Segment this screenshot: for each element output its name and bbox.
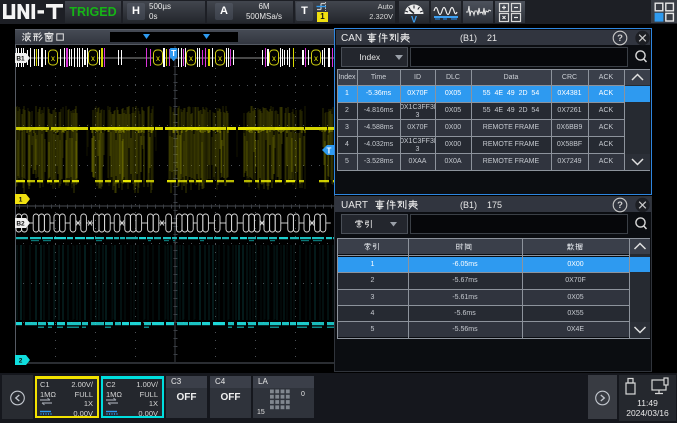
svg-text:B2: B2 xyxy=(16,221,25,228)
svg-text:0: 0 xyxy=(301,391,305,398)
svg-text:x: x xyxy=(314,54,318,63)
svg-text:x: x xyxy=(156,54,160,63)
svg-text:x: x xyxy=(91,54,95,63)
svg-text:B1: B1 xyxy=(16,56,25,63)
svg-text:x: x xyxy=(272,54,276,63)
svg-text:(B1): (B1) xyxy=(460,200,477,210)
svg-text:(B1): (B1) xyxy=(460,33,477,43)
svg-text:?: ? xyxy=(617,200,623,211)
svg-text:CAN: CAN xyxy=(341,33,362,44)
svg-text:21: 21 xyxy=(487,33,497,43)
svg-text:T: T xyxy=(327,147,332,156)
svg-text:UART: UART xyxy=(341,200,368,211)
svg-text:V: V xyxy=(411,15,417,24)
svg-text:x: x xyxy=(51,54,55,63)
svg-text:175: 175 xyxy=(487,200,502,210)
svg-text:x: x xyxy=(189,54,193,63)
svg-text:T: T xyxy=(171,49,176,58)
svg-text:1: 1 xyxy=(19,197,23,204)
svg-text:2: 2 xyxy=(19,358,23,365)
svg-text:15: 15 xyxy=(257,409,265,416)
svg-text:?: ? xyxy=(617,33,623,44)
svg-text:x: x xyxy=(218,54,222,63)
